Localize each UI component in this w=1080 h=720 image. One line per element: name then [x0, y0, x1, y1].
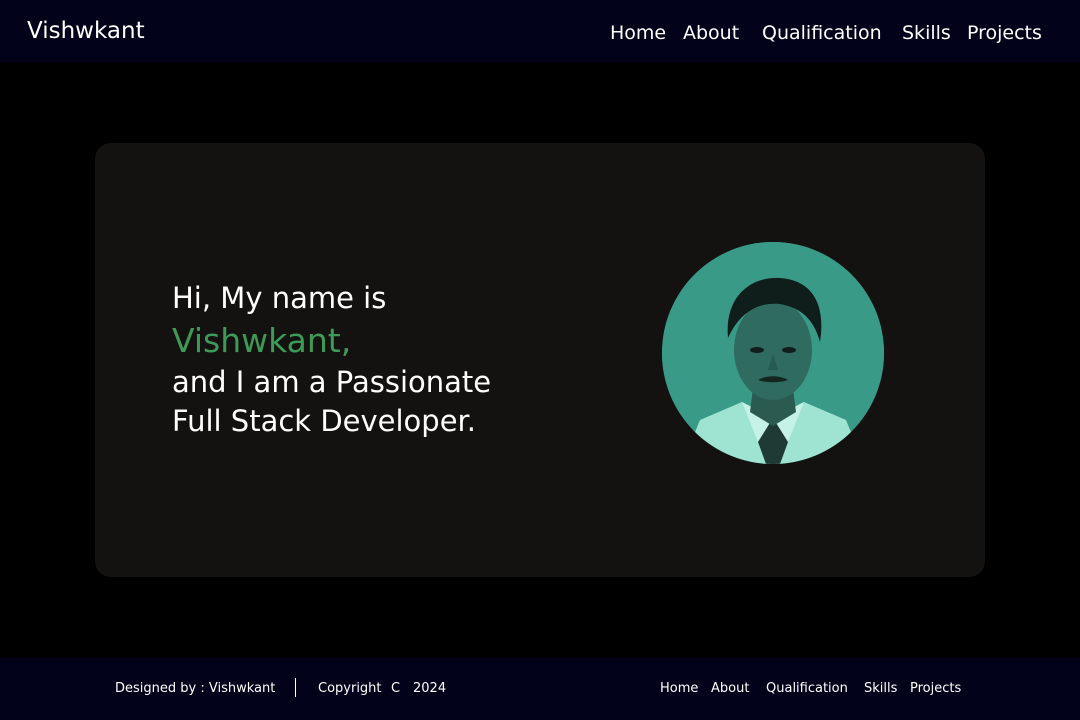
- profile-photo-icon: [662, 242, 884, 464]
- footer-link-home[interactable]: Home: [660, 680, 698, 698]
- nav-link-about[interactable]: About: [683, 20, 739, 46]
- hero-tagline-1: and I am a Passionate: [172, 365, 492, 399]
- footer-copyright-symbol: C: [391, 681, 401, 696]
- top-navbar: Vishwkant Home About Qualification Skill…: [0, 0, 1080, 62]
- nav-link-projects[interactable]: Projects: [967, 20, 1042, 46]
- hero-card: Hi, My name is Vishwkant, and I am a Pas…: [95, 143, 985, 577]
- footer-year: 2024: [413, 681, 447, 696]
- nav-link-home[interactable]: Home: [610, 20, 666, 46]
- hero-intro: Hi, My name is Vishwkant, and I am a Pas…: [172, 279, 491, 441]
- hero-name: Vishwkant,: [172, 321, 352, 360]
- footer-link-qualification[interactable]: Qualification: [766, 680, 848, 698]
- footer-designed-by: Designed by : Vishwkant: [115, 681, 276, 696]
- hero-tagline-2: Full Stack Developer.: [172, 404, 477, 438]
- nav-link-qualification[interactable]: Qualification: [762, 20, 882, 46]
- brand-logo[interactable]: Vishwkant: [27, 16, 145, 46]
- footer-link-skills[interactable]: Skills: [864, 680, 897, 698]
- nav-link-skills[interactable]: Skills: [902, 20, 951, 46]
- footer: Designed by : Vishwkant Copyright C 2024…: [0, 658, 1080, 720]
- footer-link-projects[interactable]: Projects: [910, 680, 961, 698]
- footer-divider: [295, 678, 296, 697]
- hero-greeting: Hi, My name is: [172, 281, 387, 315]
- footer-link-about[interactable]: About: [711, 680, 749, 698]
- footer-copyright: Copyright: [318, 681, 382, 696]
- profile-photo: [662, 242, 884, 464]
